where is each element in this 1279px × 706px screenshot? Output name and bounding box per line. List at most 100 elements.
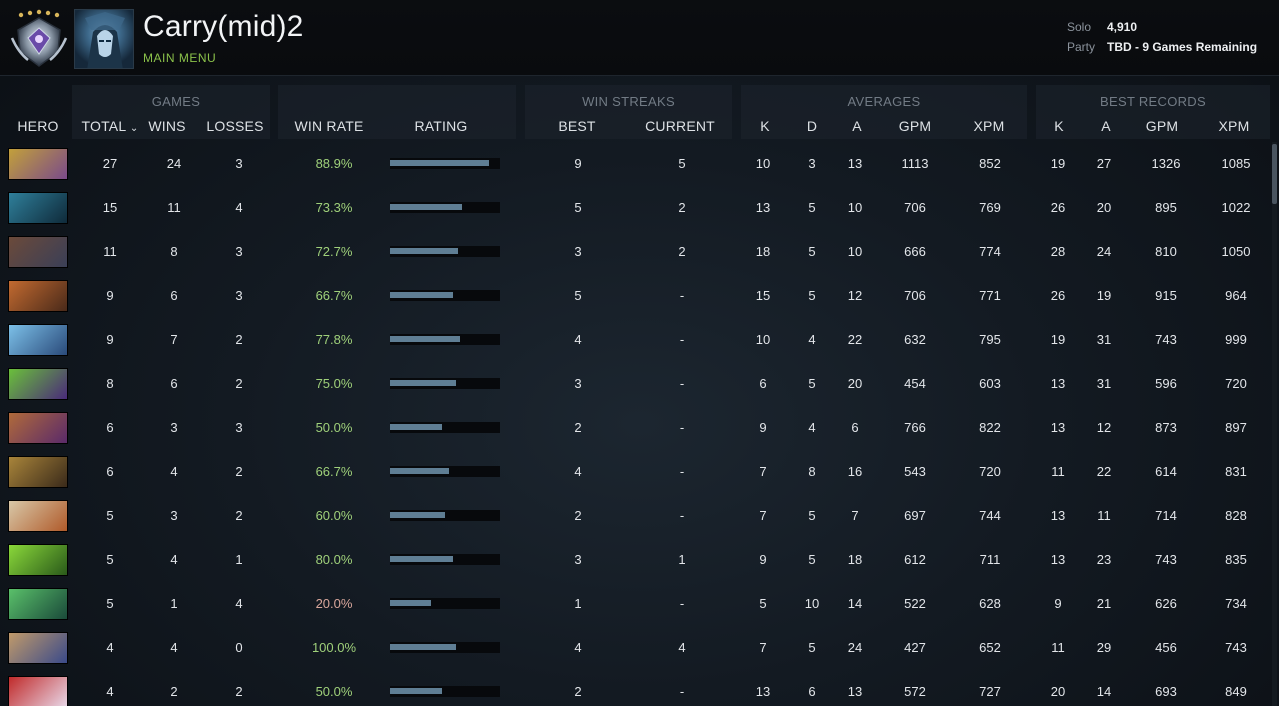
current-streak-cell: 4 xyxy=(678,640,686,655)
hero-portrait-icon[interactable] xyxy=(8,192,68,224)
best-assists-cell: 22 xyxy=(1096,464,1112,479)
table-row[interactable]: 8 6 2 75.0% 3-6 5 20 454 603 13 31 596 720 xyxy=(0,362,1270,406)
table-row[interactable]: 5 3 2 60.0% 2-7 5 7 697 744 13 11 714 828 xyxy=(0,494,1270,538)
hero-portrait-icon[interactable] xyxy=(8,544,68,576)
hero-portrait-icon[interactable] xyxy=(8,368,68,400)
table-row[interactable]: 6 4 2 66.7% 4-7 8 16 543 720 11 22 614 831 xyxy=(0,450,1270,494)
column-header-losses[interactable]: LOSSES xyxy=(195,118,275,134)
win-streaks-group-title: WIN STREAKS xyxy=(582,94,675,109)
win-rate-cell: 73.3% xyxy=(315,200,353,215)
avg-xpm-cell: 603 xyxy=(979,376,1001,391)
column-header-avg-xpm[interactable]: XPM xyxy=(949,118,1029,134)
win-rate-cell: 80.0% xyxy=(315,552,353,567)
current-streak-cell: - xyxy=(679,420,685,435)
current-streak-cell: - xyxy=(679,464,685,479)
profile-avatar[interactable] xyxy=(74,9,134,69)
column-header-best-gpm[interactable]: GPM xyxy=(1122,118,1202,134)
rating-bar xyxy=(390,686,500,697)
avg-gpm-cell: 454 xyxy=(904,376,926,391)
best-xpm-cell: 828 xyxy=(1225,508,1247,523)
avg-xpm-cell: 774 xyxy=(979,244,1001,259)
averages-group-title: AVERAGES xyxy=(847,94,921,109)
current-streak-cell: 2 xyxy=(678,200,686,215)
table-row[interactable]: 5 1 4 20.0% 1-5 10 14 522 628 9 21 626 734 xyxy=(0,582,1270,626)
rating-bar-fill xyxy=(390,644,456,650)
rating-bar xyxy=(390,290,500,301)
best-xpm-cell: 964 xyxy=(1225,288,1247,303)
hero-portrait-icon[interactable] xyxy=(8,456,68,488)
rating-bar-fill xyxy=(390,512,445,518)
win-rate-cell: 20.0% xyxy=(315,596,353,611)
table-row[interactable]: 4 2 2 50.0% 2-13 6 13 572 727 20 14 693 849 xyxy=(0,670,1270,706)
total-games-cell: 15 xyxy=(102,200,118,215)
hero-portrait-icon[interactable] xyxy=(8,324,68,356)
main-menu-link[interactable]: MAIN MENU xyxy=(143,51,216,65)
best-xpm-cell: 835 xyxy=(1225,552,1247,567)
avg-gpm-cell: 612 xyxy=(904,552,926,567)
rating-bar-fill xyxy=(390,248,458,254)
best-assists-cell: 21 xyxy=(1096,596,1112,611)
hero-portrait-icon[interactable] xyxy=(8,148,68,180)
win-rate-cell: 66.7% xyxy=(315,464,353,479)
avg-xpm-cell: 822 xyxy=(979,420,1001,435)
table-row[interactable]: 6 3 3 50.0% 2-9 4 6 766 822 13 12 873 897 xyxy=(0,406,1270,450)
total-games-cell: 8 xyxy=(106,376,114,391)
hero-portrait-icon[interactable] xyxy=(8,236,68,268)
column-header-best-streak[interactable]: BEST xyxy=(537,118,617,134)
hero-portrait-icon[interactable] xyxy=(8,588,68,620)
best-streak-cell: 2 xyxy=(574,420,582,435)
current-streak-cell: 1 xyxy=(678,552,686,567)
avg-xpm-cell: 727 xyxy=(979,684,1001,699)
scrollbar-thumb[interactable] xyxy=(1272,144,1277,204)
table-scrollbar[interactable] xyxy=(1272,142,1277,706)
table-row[interactable]: 15 11 4 73.3% 5 2 13 5 10 706 769 26 20 895 1022 xyxy=(0,186,1270,230)
rating-bar-fill xyxy=(390,292,453,298)
column-header-best-xpm[interactable]: XPM xyxy=(1194,118,1274,134)
best-streak-cell: 9 xyxy=(574,156,582,171)
win-rate-cell: 50.0% xyxy=(315,684,353,699)
column-header-win-rate[interactable]: WIN RATE xyxy=(289,118,369,134)
hero-portrait-icon[interactable] xyxy=(8,412,68,444)
best-streak-cell: 3 xyxy=(574,376,582,391)
wins-cell: 6 xyxy=(170,376,178,391)
wins-cell: 8 xyxy=(170,244,178,259)
wins-cell: 4 xyxy=(170,464,178,479)
column-header-rating[interactable]: RATING xyxy=(401,118,481,134)
table-row[interactable]: 9 6 3 66.7% 5-15 5 12 706 771 26 19 915 964 xyxy=(0,274,1270,318)
table-row[interactable]: 11 8 3 72.7% 3 2 18 5 10 666 774 28 24 810 1050 xyxy=(0,230,1270,274)
win-rate-cell: 50.0% xyxy=(315,420,353,435)
losses-cell: 3 xyxy=(235,244,243,259)
avg-xpm-cell: 652 xyxy=(979,640,1001,655)
losses-cell: 2 xyxy=(235,684,243,699)
table-row[interactable]: 9 7 2 77.8% 4-10 4 22 632 795 19 31 743 999 xyxy=(0,318,1270,362)
table-row[interactable]: 27 24 3 88.9% 9 5 10 3 13 1113 852 19 27 1326 1085 xyxy=(0,142,1270,186)
hero-portrait-icon[interactable] xyxy=(8,500,68,532)
rating-bar xyxy=(390,422,500,433)
best-gpm-cell: 743 xyxy=(1155,332,1177,347)
total-games-cell: 5 xyxy=(106,552,114,567)
rating-bar xyxy=(390,642,500,653)
rating-bar xyxy=(390,202,500,213)
hero-portrait-icon[interactable] xyxy=(8,632,68,664)
table-row[interactable]: 5 4 1 80.0% 3 1 9 5 18 612 711 13 23 743 835 xyxy=(0,538,1270,582)
wins-cell: 4 xyxy=(170,640,178,655)
total-games-cell: 6 xyxy=(106,420,114,435)
table-row[interactable]: 4 4 0 100.0% 4 4 7 5 24 427 652 11 29 456 743 xyxy=(0,626,1270,670)
rating-bar-fill xyxy=(390,380,456,386)
solo-mmr-label: Solo xyxy=(1067,20,1092,34)
current-streak-cell: - xyxy=(679,288,685,303)
best-gpm-cell: 743 xyxy=(1155,552,1177,567)
avg-gpm-cell: 666 xyxy=(904,244,926,259)
win-rate-cell: 88.9% xyxy=(315,156,353,171)
rating-bar-fill xyxy=(390,204,462,210)
best-xpm-cell: 897 xyxy=(1225,420,1247,435)
best-gpm-cell: 456 xyxy=(1155,640,1177,655)
current-streak-cell: - xyxy=(679,332,685,347)
hero-portrait-icon[interactable] xyxy=(8,280,68,312)
hero-portrait-icon[interactable] xyxy=(8,676,68,706)
rating-bar-fill xyxy=(390,160,489,166)
column-header-current-streak[interactable]: CURRENT xyxy=(640,118,720,134)
best-streak-cell: 2 xyxy=(574,508,582,523)
rating-bar xyxy=(390,554,500,565)
column-header-avg-gpm[interactable]: GPM xyxy=(875,118,955,134)
